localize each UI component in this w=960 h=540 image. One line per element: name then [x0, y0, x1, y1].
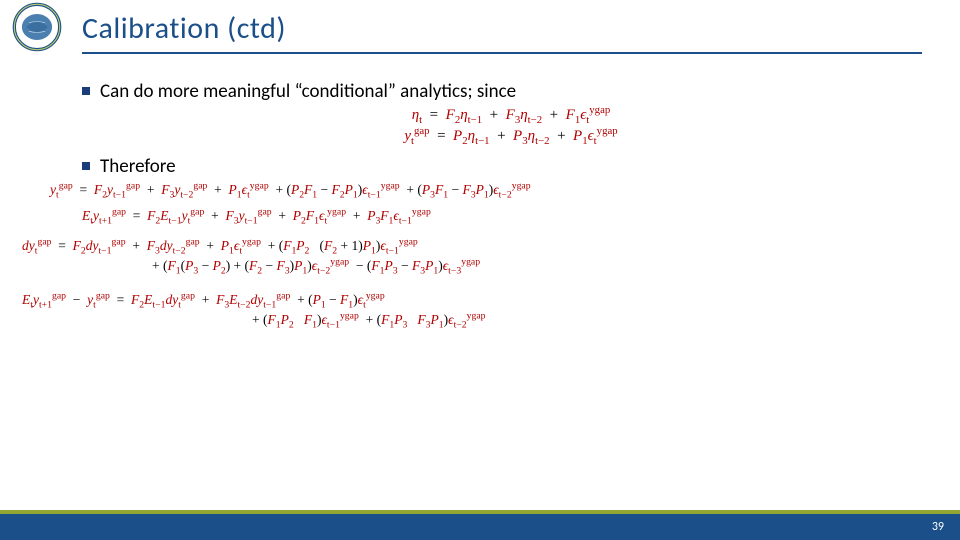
slide: Calibration (ctd) Can do more meaningful…: [0, 0, 960, 540]
slide-title: Calibration (ctd): [82, 10, 286, 47]
footer: 39: [0, 508, 960, 540]
bullet-therefore: Therefore: [82, 155, 940, 178]
page-number: 39: [932, 520, 944, 534]
equation-block-since: ηt = F2ηt−1 + F3ηt−2 + F1ϵtygap ytgap = …: [82, 107, 940, 145]
content-area: Can do more meaningful “conditional” ana…: [82, 70, 940, 332]
equation-Et-ytp1: Etyt+1gap = F2Et−1ytgap + F3yt−1gap + P2…: [82, 208, 940, 224]
title-underline: [82, 52, 922, 54]
equation-final-line1: Etyt+1gap − ytgap = F2Et−1dytgap + F3Et−…: [22, 292, 940, 308]
equation-ygap: ytgap = P2ηt−1 + P3ηt−2 + P1ϵtygap: [82, 128, 940, 145]
equation-dyt-line2: + (F1(P3 − P2) + (F2 − F3)P1)ϵt−2ygap − …: [152, 258, 940, 274]
equation-final-line2: + (F1P2 F1)ϵt−1ygap + (F1P3 F3P1)ϵt−2yga…: [252, 312, 940, 328]
bullet-can-do: Can do more meaningful “conditional” ana…: [82, 80, 940, 103]
imf-logo: [10, 0, 64, 59]
equation-eta: ηt = F2ηt−1 + F3ηt−2 + F1ϵtygap: [82, 107, 940, 124]
equation-yt: ytgap = F2yt−1gap + F3yt−2gap + P1ϵtygap…: [50, 182, 940, 198]
equation-block-therefore: ytgap = F2yt−1gap + F3yt−2gap + P1ϵtygap…: [22, 182, 940, 328]
footer-main-bar: [0, 514, 960, 540]
equation-dyt-line1: dytgap = F2dyt−1gap + F3dyt−2gap + P1ϵty…: [22, 238, 940, 254]
